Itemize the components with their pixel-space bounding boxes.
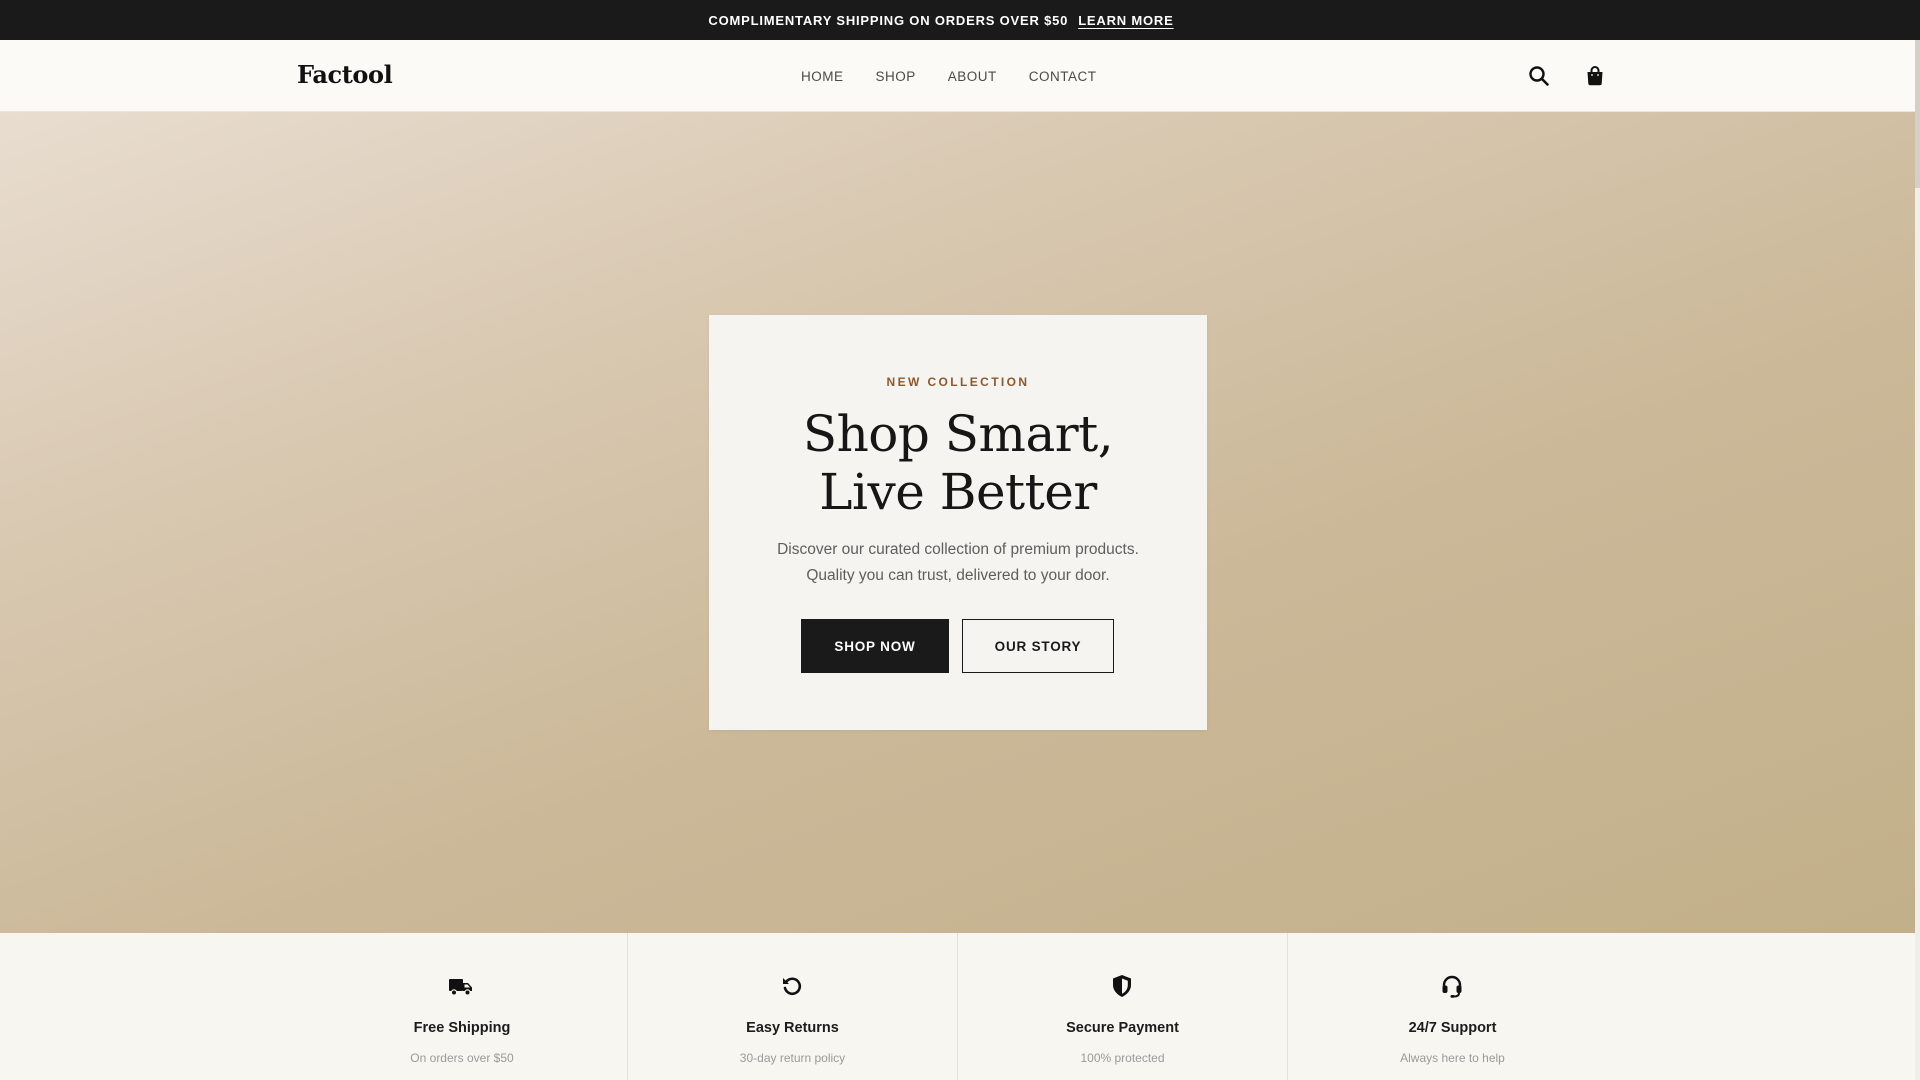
shield-icon <box>1108 972 1136 1000</box>
feature-desc: Always here to help <box>1400 1051 1505 1065</box>
hero-subtitle-line-2: Quality you can trust, delivered to your… <box>806 567 1110 584</box>
page: COMPLIMENTARY SHIPPING ON ORDERS OVER $5… <box>0 0 1920 1080</box>
features-bar: Free Shipping On orders over $50 Easy Re… <box>0 933 1915 1080</box>
feature-support: 24/7 Support Always here to help <box>1287 933 1617 1080</box>
feature-easy-returns: Easy Returns 30-day return policy <box>627 933 957 1080</box>
main-nav: HOME SHOP ABOUT CONTACT <box>801 40 1129 112</box>
feature-secure-payment: Secure Payment 100% protected <box>957 933 1287 1080</box>
site-header: Factool HOME SHOP ABOUT CONTACT <box>0 40 1915 112</box>
hero-card: NEW COLLECTION Shop Smart, Live Better D… <box>709 315 1207 730</box>
headset-icon <box>1438 972 1466 1000</box>
announcement-text: COMPLIMENTARY SHIPPING ON ORDERS OVER $5… <box>708 12 1069 28</box>
feature-title: Secure Payment <box>1066 1020 1179 1036</box>
feature-desc: On orders over $50 <box>410 1051 514 1065</box>
hero-subtitle-line-1: Discover our curated collection of premi… <box>777 541 1139 558</box>
truck-icon <box>447 972 475 1000</box>
hero-title: Shop Smart, Live Better <box>709 405 1207 521</box>
our-story-button[interactable]: OUR STORY <box>962 619 1114 673</box>
feature-title: 24/7 Support <box>1408 1020 1497 1036</box>
hero-title-line-1: Shop Smart, <box>802 405 1114 463</box>
feature-title: Easy Returns <box>746 1020 839 1036</box>
page-scrollbar[interactable] <box>1915 40 1920 1080</box>
hero-subtitle: Discover our curated collection of premi… <box>709 537 1207 589</box>
hero-title-line-2: Live Better <box>819 463 1097 521</box>
announcement-bar: COMPLIMENTARY SHIPPING ON ORDERS OVER $5… <box>0 0 1920 40</box>
search-icon[interactable] <box>1527 64 1551 88</box>
nav-about[interactable]: ABOUT <box>948 69 997 84</box>
shopping-bag-icon[interactable] <box>1583 64 1607 88</box>
feature-desc: 100% protected <box>1080 1051 1165 1065</box>
return-icon <box>778 972 806 1000</box>
shop-now-button[interactable]: SHOP NOW <box>801 619 949 673</box>
feature-desc: 30-day return policy <box>739 1051 846 1065</box>
logo[interactable]: Factool <box>297 60 393 89</box>
nav-shop[interactable]: SHOP <box>876 69 916 84</box>
hero-eyebrow: NEW COLLECTION <box>886 375 1030 389</box>
scrollbar-thumb[interactable] <box>1915 40 1920 188</box>
feature-free-shipping: Free Shipping On orders over $50 <box>297 933 627 1080</box>
nav-contact[interactable]: CONTACT <box>1029 69 1097 84</box>
hero-section: NEW COLLECTION Shop Smart, Live Better D… <box>0 112 1915 933</box>
learn-more-link[interactable]: LEARN MORE <box>1078 13 1173 28</box>
nav-home[interactable]: HOME <box>801 69 844 84</box>
feature-title: Free Shipping <box>413 1020 511 1036</box>
